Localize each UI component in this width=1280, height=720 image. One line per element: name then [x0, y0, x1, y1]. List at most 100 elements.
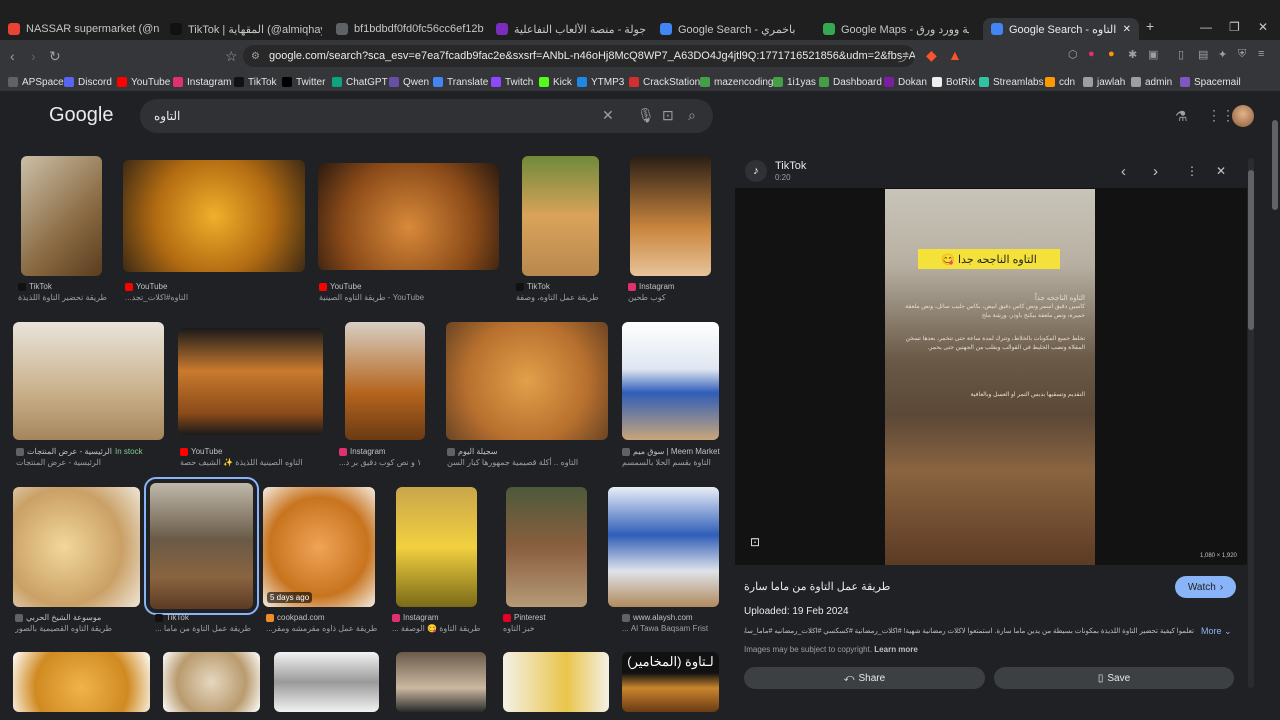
site-info-icon[interactable]: ⚙	[251, 51, 260, 62]
leo-ai-icon[interactable]: ✦	[1218, 48, 1227, 61]
voice-search-icon[interactable]: 🎙	[637, 107, 655, 124]
bookmark-19[interactable]: cdn	[1045, 73, 1075, 91]
result-thumbnail[interactable]	[274, 652, 379, 712]
tab-1[interactable]: TikTok | المقهاية (@almiqhaya1)	[170, 18, 322, 40]
close-preview-icon[interactable]: ✕	[1216, 164, 1226, 178]
lens-search-icon[interactable]: ⊡	[662, 107, 674, 124]
result-thumbnail[interactable]	[396, 487, 477, 607]
bookmark-star-icon[interactable]: ☆	[225, 48, 238, 65]
share-icon[interactable]: ⤴	[898, 49, 909, 65]
result-caption[interactable]: YouTube التاوه الصينية اللذيذة ✨ الشيف حص…	[180, 447, 325, 467]
panel-scrollbar[interactable]	[1248, 158, 1254, 688]
learn-more-link[interactable]: Learn more	[874, 645, 918, 654]
previous-result-icon[interactable]: ‹	[1121, 163, 1126, 180]
result-thumbnail[interactable]	[163, 652, 260, 712]
bookmark-15[interactable]: Dashboard	[819, 73, 882, 91]
tab-0[interactable]: NASSAR supermarket (@nassar_sup	[8, 18, 160, 40]
result-caption[interactable]: YouTube التاوه#اكلات_تجد...	[125, 282, 307, 302]
bookmark-2[interactable]: YouTube	[117, 73, 170, 91]
labs-icon[interactable]: ⚗	[1175, 108, 1188, 125]
bookmark-12[interactable]: CrackStation	[629, 73, 700, 91]
bookmark-11[interactable]: YTMP3	[577, 73, 624, 91]
result-caption[interactable]: موسوعة الشيخ الحربي طريقة التاوه القصيمية…	[15, 613, 142, 633]
result-thumbnail[interactable]	[13, 322, 164, 440]
bookmark-9[interactable]: Twitch	[491, 73, 533, 91]
cast-icon[interactable]: ▣	[1148, 48, 1158, 61]
tab-2[interactable]: bf1bdbdf0fd0fc56cc6ef12bf100b763	[336, 18, 484, 40]
result-thumbnail[interactable]	[503, 652, 609, 712]
bookmark-7[interactable]: Qwen	[389, 73, 429, 91]
bookmark-22[interactable]: Spacemail	[1180, 73, 1241, 91]
bookmark-10[interactable]: Kick	[539, 73, 572, 91]
bookmark-14[interactable]: 1i1yas	[773, 73, 816, 91]
next-result-icon[interactable]: ›	[1153, 163, 1158, 180]
maximize-button[interactable]: ❐	[1229, 20, 1240, 34]
rewards-icon[interactable]: ▲	[948, 47, 962, 63]
result-thumbnail[interactable]	[144, 477, 259, 615]
wallet-icon[interactable]: ▤	[1198, 48, 1208, 61]
more-options-icon[interactable]: ⋮	[1186, 164, 1198, 178]
tab-4[interactable]: Google Search - باخمري	[660, 18, 810, 40]
result-thumbnail[interactable]	[608, 487, 719, 607]
result-caption[interactable]: الرئيسية - عرض المنتجات In stock الرئيسية …	[16, 447, 167, 467]
result-thumbnail[interactable]	[318, 163, 499, 270]
bookmark-5[interactable]: Twitter	[282, 73, 325, 91]
share-button[interactable]: ⤺ Share	[744, 667, 985, 689]
sidebar-icon[interactable]: ▯	[1178, 48, 1184, 61]
result-thumbnail[interactable]	[630, 156, 711, 276]
bookmark-17[interactable]: BotRix	[932, 73, 975, 91]
result-caption[interactable]: www.alaysh.com Al Tawa Baqsam Frist ...	[622, 613, 722, 633]
result-thumbnail[interactable]	[345, 322, 425, 440]
watch-button[interactable]: Watch ›	[1175, 576, 1236, 598]
result-caption[interactable]: cookpad.com طريقة عمل ذاوه مقرمشه ومقر...	[266, 613, 386, 633]
result-thumbnail[interactable]	[13, 652, 150, 712]
save-button[interactable]: ▯ Save	[994, 667, 1234, 689]
back-icon[interactable]: ‹	[10, 48, 15, 64]
bookmark-0[interactable]: APSpace	[8, 73, 64, 91]
bookmark-3[interactable]: Instagram	[173, 73, 231, 91]
extension-2-icon[interactable]: ●	[1088, 48, 1095, 60]
search-box[interactable]: التاوه	[140, 99, 713, 133]
result-thumbnail[interactable]	[21, 156, 102, 276]
result-thumbnail[interactable]	[522, 156, 599, 276]
search-query[interactable]: التاوه	[154, 109, 180, 123]
forward-icon[interactable]: ›	[31, 48, 36, 64]
bookmark-4[interactable]: TikTok	[234, 73, 277, 91]
result-caption[interactable]: سجيلة اليوم التاوه .. أكلة قصيمية جمهورها…	[447, 447, 609, 467]
result-thumbnail[interactable]	[446, 322, 608, 440]
result-thumbnail[interactable]: لـتاوة (المخامير)	[622, 652, 719, 712]
extension-1-icon[interactable]: ⬡	[1068, 48, 1078, 61]
bookmark-13[interactable]: mazencoding	[700, 73, 773, 91]
tab-3[interactable]: جولة - منصة الألعاب التفاعلية - Jawlah	[496, 18, 646, 40]
address-bar[interactable]: ⚙ google.com/search?sca_esv=e7ea7fcadb9f…	[243, 45, 915, 67]
preview-source[interactable]: TikTok	[775, 160, 806, 172]
clear-search-icon[interactable]: ✕	[602, 107, 614, 124]
result-caption[interactable]: Instagram ١ و نص كوب دقيق بر د...	[339, 447, 459, 467]
close-tab-icon[interactable]: ✕	[1123, 24, 1131, 35]
page-scrollbar[interactable]	[1270, 92, 1280, 720]
minimize-button[interactable]: —	[1200, 20, 1212, 34]
google-logo[interactable]: Google	[49, 104, 114, 127]
lens-icon[interactable]: ⊡	[750, 535, 760, 549]
brave-shield-icon[interactable]: ◆	[926, 47, 937, 64]
extensions-icon[interactable]: ✱	[1128, 48, 1137, 61]
preview-title[interactable]: طريقة عمل التاوة من ماما سارة	[744, 580, 890, 593]
bookmark-1[interactable]: Discord	[64, 73, 112, 91]
bookmark-18[interactable]: Streamlabs	[979, 73, 1044, 91]
reload-icon[interactable]: ↻	[49, 48, 61, 65]
account-avatar[interactable]	[1232, 105, 1254, 127]
apps-grid-icon[interactable]: ⋮⋮	[1207, 107, 1235, 124]
result-thumbnail[interactable]	[506, 487, 587, 607]
tab-5[interactable]: Google Maps - بوغية وورد ورق	[823, 18, 969, 40]
result-thumbnail[interactable]: 5 days ago	[263, 487, 375, 607]
result-caption[interactable]: TikTok طريقة عمل التاوه، وصفة	[516, 282, 636, 302]
result-thumbnail[interactable]	[622, 322, 719, 440]
more-button[interactable]: More ⌄	[1201, 626, 1232, 637]
bookmark-21[interactable]: admin	[1131, 73, 1172, 91]
new-tab-button[interactable]: +	[1146, 18, 1154, 34]
result-thumbnail[interactable]	[13, 487, 140, 607]
result-caption[interactable]: Instagram كوب طحين	[628, 282, 748, 302]
result-thumbnail[interactable]	[178, 328, 323, 435]
bookmark-16[interactable]: Dokan	[884, 73, 927, 91]
result-caption[interactable]: TikTok طريقة تحضير التاوة اللذيذة	[18, 282, 138, 302]
